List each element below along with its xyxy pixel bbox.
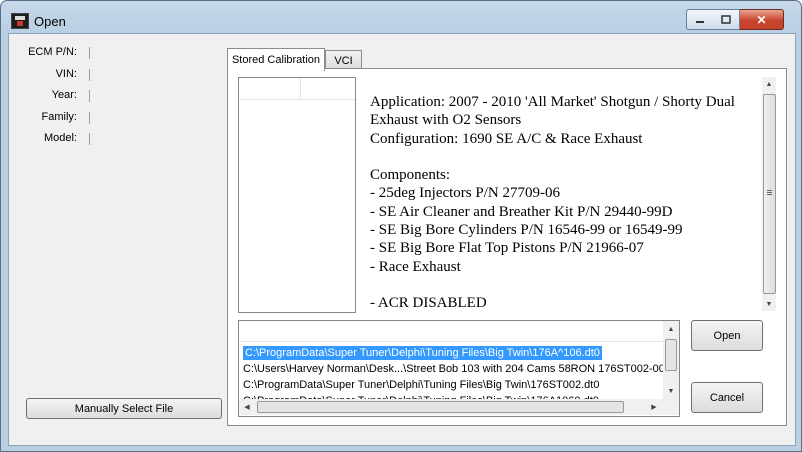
description-component-line: - SE Air Cleaner and Breather Kit P/N 29…: [370, 203, 673, 220]
scroll-up-icon[interactable]: ▲: [762, 77, 776, 91]
files-vertical-scrollbar[interactable]: ▲ ▼: [663, 321, 679, 399]
recent-files-header: [239, 321, 663, 342]
scroll-thumb[interactable]: [257, 401, 624, 413]
close-button[interactable]: ✕: [740, 9, 784, 30]
calibration-list-header: [239, 78, 355, 100]
description-components-heading: Components:: [370, 167, 451, 184]
scroll-down-icon[interactable]: ▼: [762, 297, 776, 311]
description-component-line: - SE Big Bore Cylinders P/N 16546-99 or …: [370, 222, 683, 239]
minimize-icon: [696, 20, 704, 23]
tab-stored-calibration[interactable]: Stored Calibration: [227, 48, 325, 71]
maximize-icon: [721, 15, 731, 24]
open-dialog-window: Open ✕ ECM P/N: VIN: Year: Family: Model…: [0, 0, 802, 452]
scroll-down-icon[interactable]: ▼: [664, 384, 678, 398]
scroll-up-icon[interactable]: ▲: [664, 322, 678, 336]
family-label: Family:: [41, 111, 77, 123]
year-label: Year:: [51, 89, 77, 101]
grip-line: [767, 194, 772, 195]
description-blank-line: [370, 276, 748, 294]
description-text: Application: 2007 - 2010 'All Market' Sh…: [370, 93, 748, 313]
files-horizontal-scrollbar[interactable]: ◀ ▶: [239, 399, 663, 415]
description-application-line: Application: 2007 - 2010 'All Market' Sh…: [370, 94, 735, 129]
field-separator: [89, 112, 90, 124]
file-path: C:\ProgramData\Super Tuner\Delphi\Tuning…: [243, 379, 600, 391]
cancel-button[interactable]: Cancel: [691, 382, 763, 413]
minimize-button[interactable]: [686, 9, 714, 30]
description-configuration-line: Configuration: 1690 SE A/C & Race Exhaus…: [370, 130, 643, 147]
scroll-thumb[interactable]: [665, 339, 677, 371]
scroll-right-icon[interactable]: ▶: [647, 400, 661, 414]
grip-line: [767, 190, 772, 191]
stored-calibration-panel: Application: 2007 - 2010 'All Market' Sh…: [227, 68, 787, 426]
field-separator: [89, 47, 90, 59]
scroll-left-icon[interactable]: ◀: [240, 400, 254, 414]
close-icon: ✕: [756, 12, 767, 27]
column-divider: [300, 78, 301, 99]
field-separator: [89, 133, 90, 145]
description-scrollbar[interactable]: ▲ ▼: [762, 77, 776, 311]
title-bar[interactable]: Open ✕: [1, 1, 801, 33]
description-component-line: - 25deg Injectors P/N 27709-06: [370, 185, 560, 202]
window-title: Open: [34, 14, 66, 29]
file-path: C:\Users\Harvey Norman\Desk...\Street Bo…: [243, 363, 671, 375]
file-list-item[interactable]: C:\ProgramData\Super Tuner\Delphi\Tuning…: [243, 345, 602, 361]
file-path: C:\ProgramData\Super Tuner\Delphi\Tuning…: [243, 346, 602, 360]
ecm-pn-label: ECM P/N:: [28, 46, 77, 58]
grip-line: [767, 192, 772, 193]
scroll-thumb[interactable]: [763, 94, 776, 294]
vin-label: VIN:: [55, 68, 77, 80]
description-component-line: - SE Big Bore Flat Top Pistons P/N 21966…: [370, 240, 644, 257]
field-separator: [89, 69, 90, 81]
open-button[interactable]: Open: [691, 320, 763, 351]
description-blank-line: [370, 148, 748, 166]
field-separator: [89, 90, 90, 102]
recent-files-list[interactable]: C:\ProgramData\Super Tuner\Delphi\Tuning…: [238, 320, 680, 417]
calibration-list[interactable]: [238, 77, 356, 313]
description-acr-line: - ACR DISABLED: [370, 295, 487, 312]
maximize-button[interactable]: [713, 9, 740, 30]
calibration-description: Application: 2007 - 2010 'All Market' Sh…: [358, 77, 762, 311]
description-component-line: - Race Exhaust: [370, 258, 461, 275]
model-label: Model:: [43, 132, 77, 144]
file-list-item[interactable]: C:\ProgramData\Super Tuner\Delphi\Tuning…: [243, 377, 599, 393]
manually-select-file-button[interactable]: Manually Select File: [26, 398, 222, 419]
file-list-item[interactable]: C:\Users\Harvey Norman\Desk...\Street Bo…: [243, 361, 671, 377]
dialog-client-area: ECM P/N: VIN: Year: Family: Model: Manua…: [8, 33, 796, 446]
app-icon: [11, 13, 29, 29]
scrollbar-corner: [663, 399, 679, 415]
